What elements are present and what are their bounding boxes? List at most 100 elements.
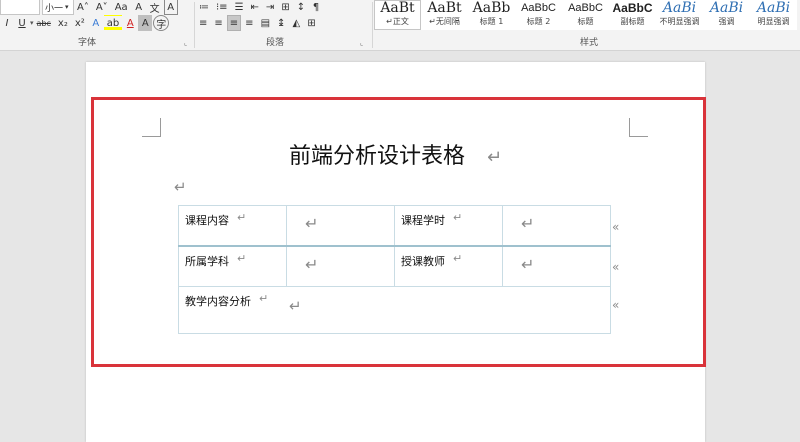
bullets-button[interactable]: ≔ <box>196 0 212 15</box>
table-cell[interactable]: 授课教师 ↵ <box>394 245 503 287</box>
row-end-mark-icon: « <box>612 260 620 274</box>
align-center-button[interactable]: ≡ <box>211 15 225 31</box>
table-cell[interactable]: ↵ <box>502 205 611 247</box>
highlight-color-button[interactable]: ab <box>103 15 123 31</box>
grow-font-button[interactable]: A˄ <box>74 0 92 15</box>
paragraph-mark-icon: ↵ <box>521 255 535 274</box>
style-sample: AaBi <box>756 1 791 16</box>
table-row: 课程内容 ↵ ↵ 课程学时 ↵ ↵ <box>178 205 611 247</box>
style-name: 不明显强调 <box>659 17 700 26</box>
paragraph-mark-icon: ↵ <box>174 178 187 196</box>
style-name: ↵正文 <box>386 17 409 26</box>
font-color-button[interactable]: A <box>123 15 137 31</box>
ribbon: 小一 ▾ A˄ A˅ Aa A 文 A I U ▾ abc x₂ x² A ab… <box>0 0 800 51</box>
paragraph-mark-icon: ↵ <box>289 297 302 315</box>
paragraph-mark-icon: ↵ <box>237 211 247 224</box>
table-cell[interactable]: 课程内容 ↵ <box>178 205 287 247</box>
style-tile[interactable]: AaBi 强调 <box>703 0 750 30</box>
borders-button[interactable]: ⊞ <box>304 15 318 31</box>
row-end-mark-icon: « <box>612 220 620 234</box>
document-title[interactable]: 前端分析设计表格 ↵ <box>86 138 705 170</box>
table-cell[interactable]: ↵ <box>286 245 395 287</box>
style-sample: AaBbC <box>568 2 603 14</box>
style-sample: AaBt <box>380 1 415 16</box>
table-cell[interactable]: 教学内容分析 ↵ ↵ <box>178 286 611 334</box>
margin-corner-mark <box>629 118 648 137</box>
style-sample: AaBi <box>662 1 697 16</box>
paragraph-mark-icon: ↵ <box>305 214 319 233</box>
chevron-down-icon: ▾ <box>65 3 69 11</box>
text-effects-button[interactable]: A <box>89 15 103 31</box>
change-case-button[interactable]: Aa <box>112 0 131 15</box>
style-name: 标题 <box>577 17 594 26</box>
style-sample: AaBt <box>427 1 462 16</box>
style-sample: AaBbC <box>612 1 653 15</box>
shading-button[interactable]: ◭ <box>289 15 303 31</box>
title-text: 前端分析设计表格 <box>288 144 465 169</box>
table-row: 教学内容分析 ↵ ↵ <box>178 286 611 334</box>
justify-button[interactable]: ≡ <box>242 15 256 31</box>
line-spacing-button[interactable]: ↨ <box>274 15 288 31</box>
paragraph-mark-icon: ↵ <box>305 255 319 274</box>
clear-formatting-button[interactable]: A <box>132 0 146 15</box>
styles-group-label: 样式 <box>580 38 599 48</box>
distributed-button[interactable]: ▤ <box>258 15 273 31</box>
style-tile[interactable]: AaBbC 副标题 <box>609 0 656 30</box>
strikethrough-button[interactable]: abc <box>34 15 54 31</box>
cell-label: 课程内容 ↵ <box>185 211 247 227</box>
chinese-layout-button[interactable]: ⊞ <box>278 0 292 15</box>
margin-corner-mark <box>142 118 161 137</box>
style-name: 标题 2 <box>526 17 551 26</box>
group-divider <box>194 2 195 48</box>
cell-label: 教学内容分析 ↵ <box>185 292 269 308</box>
paragraph-mark-icon: ↵ <box>453 252 463 265</box>
table-row: 所属学科 ↵ ↵ 授课教师 ↵ ↵ <box>178 245 611 287</box>
font-group-label: 字体 <box>78 38 97 48</box>
document-page[interactable]: 前端分析设计表格 ↵ ↵ 课程内容 ↵ ↵ 课程学时 ↵ ↵ 所属学科 ↵ ↵ … <box>86 62 705 442</box>
paragraph-mark-icon: ↵ <box>453 211 463 224</box>
subscript-button[interactable]: x₂ <box>55 15 71 31</box>
style-name: ↵无间隔 <box>429 17 460 26</box>
font-size-value: 小一 <box>45 3 64 14</box>
font-size-dropdown[interactable]: 小一 ▾ <box>42 0 74 15</box>
multilevel-list-button[interactable]: ☰ <box>232 0 247 15</box>
table-cell[interactable]: ↵ <box>286 205 395 247</box>
character-shading-button[interactable]: A <box>138 15 153 31</box>
paragraph-mark-icon: ↵ <box>259 292 269 305</box>
paragraph-group: ≔ ⁝≡ ☰ ⇤ ⇥ ⊞ ↕ ¶ ≡ ≡ ≡ ≡ ▤ ↨ ◭ ⊞ 段落 ⌞ <box>196 0 372 50</box>
shrink-font-button[interactable]: A˅ <box>93 0 111 15</box>
table-cell[interactable]: 课程学时 ↵ <box>394 205 503 247</box>
style-sample: AaBbC <box>521 2 556 14</box>
style-tile[interactable]: AaBt ↵正文 <box>374 0 421 30</box>
group-divider <box>372 2 373 48</box>
style-tile[interactable]: AaBt ↵无间隔 <box>421 0 468 30</box>
dialog-launcher-icon[interactable]: ⌞ <box>360 39 363 47</box>
phonetic-guide-button[interactable]: 文 <box>147 0 163 15</box>
course-table[interactable]: 课程内容 ↵ ↵ 课程学时 ↵ ↵ 所属学科 ↵ ↵ 授课教师 ↵ ↵ 教学内容… <box>178 205 611 334</box>
dialog-launcher-icon[interactable]: ⌞ <box>184 39 187 47</box>
superscript-button[interactable]: x² <box>72 15 88 31</box>
align-left-button[interactable]: ≡ <box>196 15 210 31</box>
cell-label: 所属学科 ↵ <box>185 252 247 268</box>
sort-button[interactable]: ↕ <box>294 0 308 15</box>
character-border-button[interactable]: A <box>163 0 178 15</box>
row-end-mark-icon: « <box>612 298 620 312</box>
paragraph-group-label: 段落 <box>266 38 285 48</box>
enclose-characters-button[interactable]: 字 <box>153 15 170 31</box>
style-tile[interactable]: AaBbC 标题 <box>562 0 609 30</box>
style-tile[interactable]: AaBbC 标题 2 <box>515 0 562 30</box>
align-right-button[interactable]: ≡ <box>226 15 242 31</box>
style-tile[interactable]: AaBi 不明显强调 <box>656 0 703 30</box>
style-tile[interactable]: AaBb 标题 1 <box>468 0 515 30</box>
italic-button[interactable]: I <box>0 15 14 31</box>
table-cell[interactable]: 所属学科 ↵ <box>178 245 287 287</box>
increase-indent-button[interactable]: ⇥ <box>263 0 277 15</box>
decrease-indent-button[interactable]: ⇤ <box>248 0 262 15</box>
show-marks-button[interactable]: ¶ <box>309 0 323 15</box>
table-cell[interactable]: ↵ <box>502 245 611 287</box>
underline-button[interactable]: U <box>15 15 29 31</box>
style-name: 标题 1 <box>479 17 504 26</box>
numbering-button[interactable]: ⁝≡ <box>213 0 231 15</box>
font-name-dropdown[interactable] <box>0 0 40 15</box>
style-tile[interactable]: AaBi 明显强调 <box>750 0 797 30</box>
